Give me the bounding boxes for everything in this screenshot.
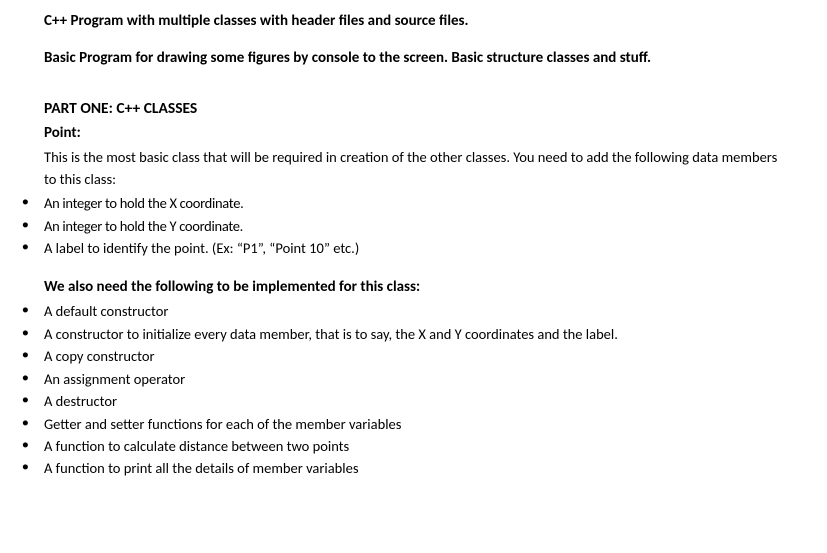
list-item: A label to identify the point. (Ex: “P1”… (20, 237, 787, 259)
part-one-heading: PART ONE: C++ CLASSES (44, 97, 787, 120)
list-item: An assignment operator (20, 368, 787, 390)
data-members-list: An integer to hold the X coordinate. An … (20, 192, 787, 259)
list-item: An integer to hold the Y coordinate. (20, 215, 787, 237)
list-item: A function to print all the details of m… (20, 457, 787, 479)
class-point-name: Point: (44, 122, 787, 145)
list-item: A destructor (20, 390, 787, 412)
list-item: A copy constructor (20, 345, 787, 367)
list-item: A constructor to initialize every data m… (20, 323, 787, 345)
list-item: Getter and setter functions for each of … (20, 413, 787, 435)
list-item: An integer to hold the X coordinate. (20, 192, 787, 214)
document-title: C++ Program with multiple classes with h… (44, 10, 787, 33)
class-point-intro: This is the most basic class that will b… (44, 147, 787, 191)
list-item: A function to calculate distance between… (20, 435, 787, 457)
implementation-heading: We also need the following to be impleme… (44, 276, 787, 299)
implementation-list: A default constructor A constructor to i… (20, 300, 787, 480)
list-item: A default constructor (20, 300, 787, 322)
document-subtitle: Basic Program for drawing some figures b… (44, 47, 787, 70)
